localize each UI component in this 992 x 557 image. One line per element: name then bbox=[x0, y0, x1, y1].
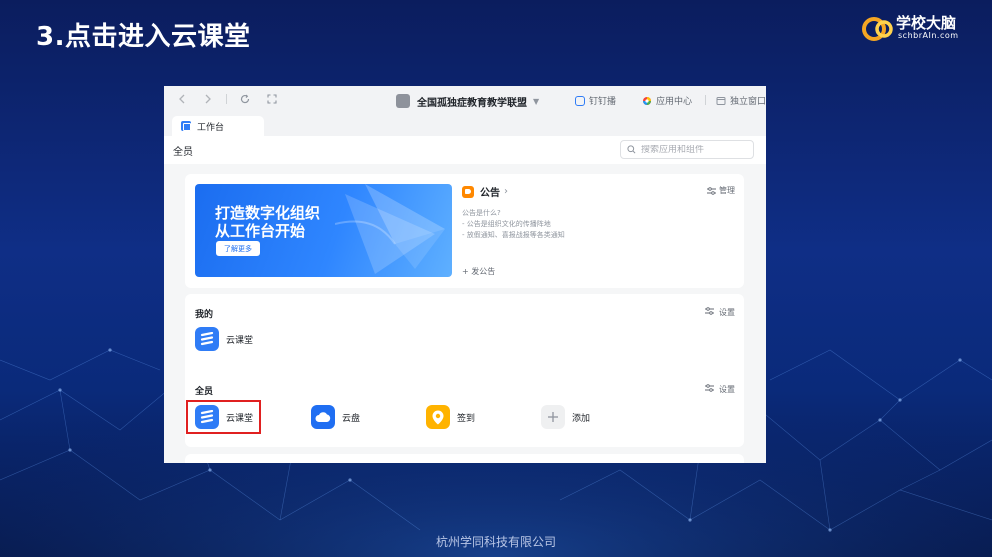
chevron-right-icon: › bbox=[504, 186, 508, 197]
brand-subtitle: schbrAIn.com bbox=[898, 31, 959, 40]
cloud-classroom-icon bbox=[195, 327, 219, 351]
refresh-icon bbox=[240, 94, 250, 104]
learn-more-button[interactable]: 了解更多 bbox=[216, 241, 260, 256]
org-avatar-icon bbox=[396, 94, 410, 108]
ding-label: 钉钉播 bbox=[589, 97, 617, 107]
workbench-icon bbox=[181, 121, 191, 131]
sliders-icon bbox=[707, 186, 716, 195]
tab-workbench[interactable]: 工作台 bbox=[172, 116, 264, 136]
brand-mark-icon bbox=[862, 17, 893, 41]
app-label: 云盘 bbox=[342, 413, 361, 424]
refresh-button[interactable] bbox=[240, 93, 250, 107]
check-in-icon bbox=[426, 405, 450, 429]
slide-title: 3.点击进入云课堂 bbox=[36, 22, 251, 52]
standalone-label: 独立窗口 bbox=[730, 97, 766, 107]
app-label: 云课堂 bbox=[226, 335, 254, 346]
app-add[interactable]: 添加 bbox=[541, 405, 590, 429]
notice-line: - 公告是组织文化的传播阵地 bbox=[462, 220, 551, 228]
section-title-mine: 我的 bbox=[195, 310, 214, 320]
all-settings-button[interactable]: 设置 bbox=[705, 384, 735, 395]
notice-title: 公告 bbox=[480, 188, 500, 199]
workbench-content: 全员 打造数字化组织 从工作台开始 了解更多 公告 bbox=[164, 136, 766, 463]
expand-icon bbox=[267, 94, 277, 104]
org-switcher[interactable]: 全国孤独症教育教学联盟 ▼ bbox=[396, 93, 539, 109]
back-button[interactable] bbox=[178, 93, 186, 107]
app-cloud-drive[interactable]: 云盘 bbox=[311, 405, 360, 429]
slide-footer: 杭州学同科技有限公司 bbox=[435, 535, 556, 549]
manage-label: 管理 bbox=[719, 186, 735, 195]
highlight-annotation bbox=[186, 400, 261, 434]
megaphone-icon bbox=[462, 185, 474, 198]
scope-label: 全员 bbox=[173, 147, 193, 158]
notice-line: 公告是什么? bbox=[462, 209, 501, 217]
search-input[interactable] bbox=[641, 144, 751, 155]
dingtalk-window: 全国孤独症教育教学联盟 ▼ 钉钉播 应用中心 独立窗口 工作台 全员 搜索应用和… bbox=[164, 86, 766, 463]
notice-manage-button[interactable]: 管理 bbox=[707, 185, 735, 196]
ding-broadcast-button[interactable]: 钉钉播 bbox=[575, 94, 616, 107]
ding-icon bbox=[575, 95, 585, 106]
sliders-icon bbox=[705, 384, 715, 392]
plus-icon: + bbox=[462, 267, 469, 276]
post-notice-button[interactable]: + 发公告 bbox=[462, 266, 495, 277]
post-notice-label: 发公告 bbox=[471, 267, 496, 276]
window-toolbar: 全国孤独症教育教学联盟 ▼ 钉钉播 应用中心 独立窗口 bbox=[164, 86, 766, 116]
chevron-down-icon: ▼ bbox=[533, 96, 540, 106]
app-cloud-classroom-mine[interactable]: 云课堂 bbox=[195, 327, 253, 351]
mine-settings-button[interactable]: 设置 bbox=[705, 307, 735, 318]
cloud-drive-icon bbox=[311, 405, 335, 429]
forward-button[interactable] bbox=[204, 93, 212, 107]
brand-logo: 学校大脑 schbrAIn.com bbox=[862, 12, 974, 46]
apps-card: 我的 设置 云课堂 全员 设置 云课堂 云盘 签到 添加 bbox=[185, 294, 744, 447]
notice-header[interactable]: 公告 › bbox=[462, 184, 508, 199]
plus-icon bbox=[541, 405, 565, 429]
chevron-left-icon bbox=[179, 94, 185, 104]
app-center-button[interactable]: 应用中心 bbox=[642, 94, 692, 107]
content-header: 全员 bbox=[164, 136, 766, 164]
promo-banner[interactable]: 打造数字化组织 从工作台开始 了解更多 bbox=[195, 184, 452, 277]
tab-label: 工作台 bbox=[197, 122, 225, 133]
search-icon bbox=[627, 145, 636, 154]
paper-plane-illustration bbox=[335, 184, 445, 274]
banner-card: 打造数字化组织 从工作台开始 了解更多 公告 › 管理 公告是什么? - 公告是… bbox=[185, 174, 744, 288]
next-card bbox=[185, 454, 744, 463]
app-label: 添加 bbox=[572, 413, 591, 424]
app-center-icon bbox=[643, 96, 651, 105]
settings-label: 设置 bbox=[719, 385, 735, 394]
brand-name: 学校大脑 bbox=[896, 14, 957, 32]
fullscreen-button[interactable] bbox=[267, 93, 277, 107]
settings-label: 设置 bbox=[719, 308, 735, 317]
app-label: 签到 bbox=[457, 413, 476, 424]
banner-subheadline: 从工作台开始 bbox=[215, 222, 306, 240]
window-icon bbox=[716, 96, 726, 105]
app-center-label: 应用中心 bbox=[656, 97, 693, 107]
app-check-in[interactable]: 签到 bbox=[426, 405, 475, 429]
search-box[interactable] bbox=[620, 140, 754, 159]
toolbar-divider bbox=[226, 94, 227, 104]
notice-line: - 放假通知、喜报战报等各类通知 bbox=[462, 231, 565, 239]
section-title-all: 全员 bbox=[195, 387, 214, 397]
toolbar-divider bbox=[705, 95, 706, 105]
org-name: 全国孤独症教育教学联盟 bbox=[417, 97, 527, 109]
standalone-window-button[interactable]: 独立窗口 bbox=[716, 94, 766, 107]
chevron-right-icon bbox=[205, 94, 211, 104]
notice-description: 公告是什么? - 公告是组织文化的传播阵地 - 放假通知、喜报战报等各类通知 bbox=[462, 208, 565, 241]
sliders-icon bbox=[705, 307, 715, 315]
